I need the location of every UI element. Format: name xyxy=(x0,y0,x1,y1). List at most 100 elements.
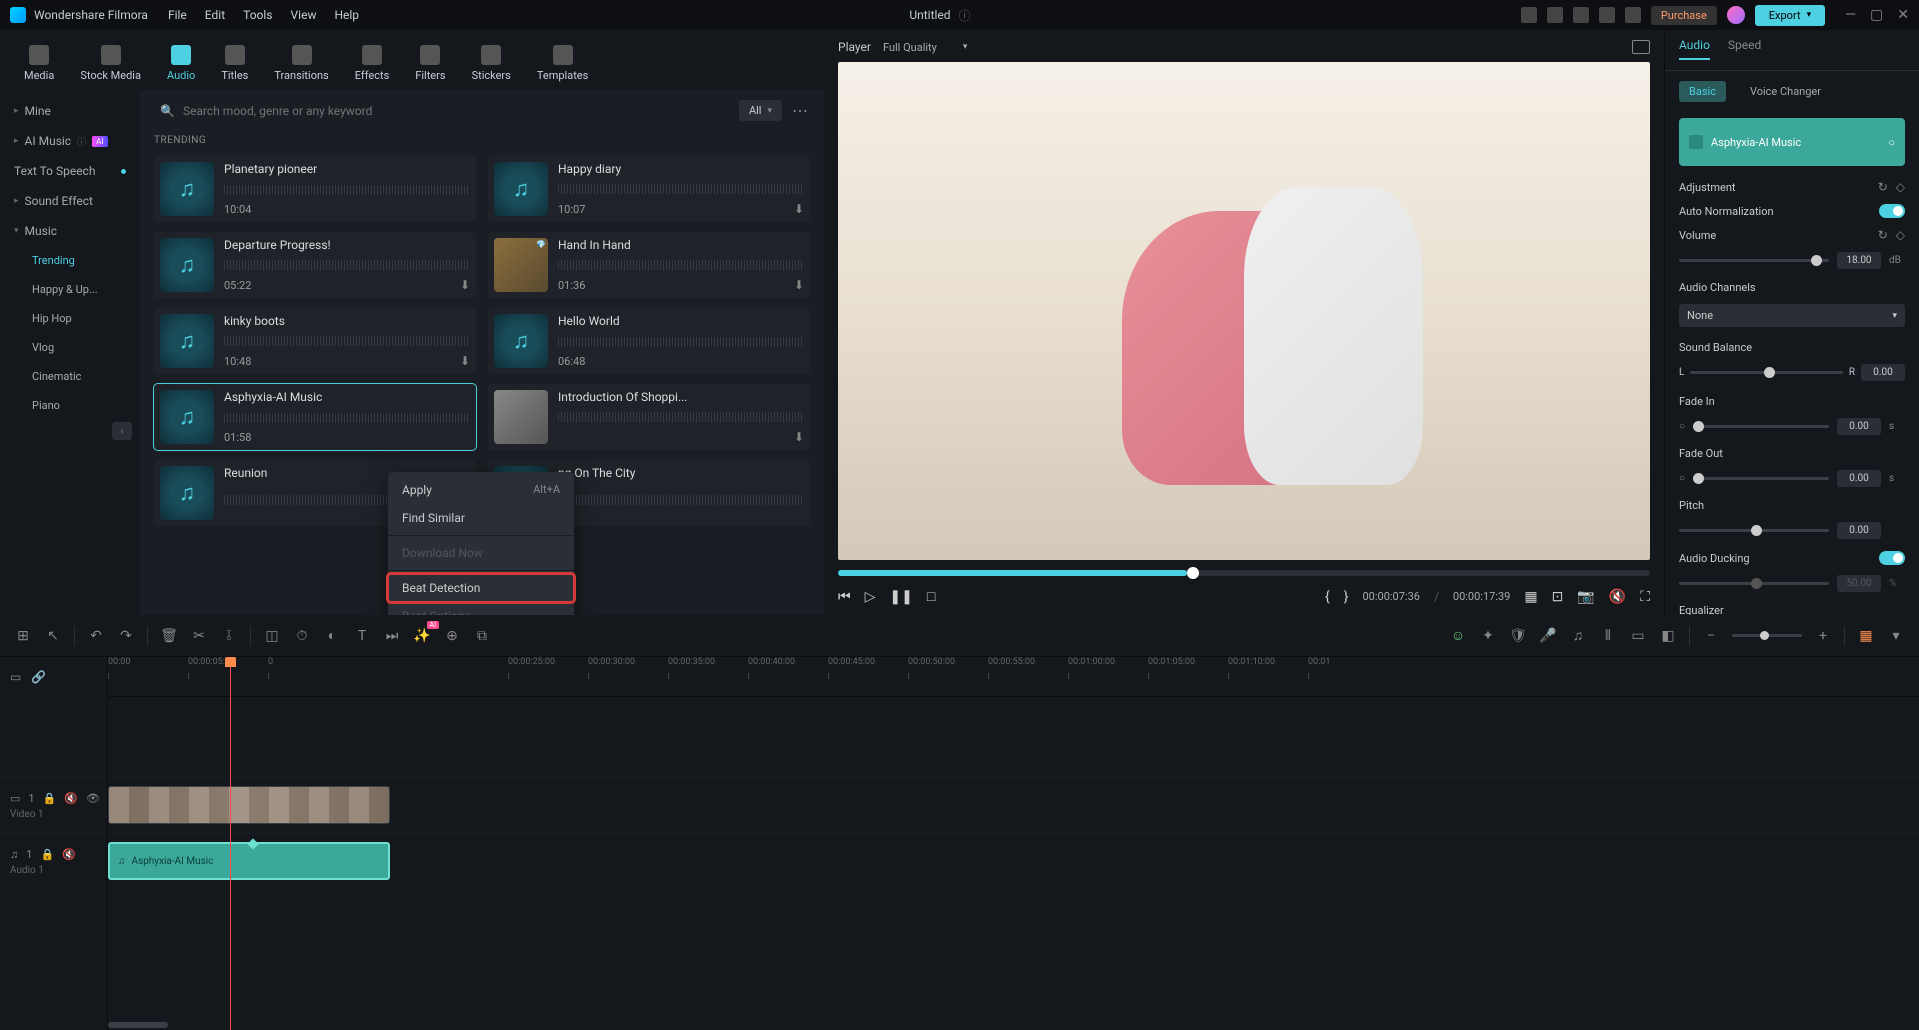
menu-view[interactable]: View xyxy=(291,8,317,22)
options-icon[interactable]: ⫱ xyxy=(220,627,238,645)
video-clip[interactable] xyxy=(108,786,390,824)
reset-adjustment-icon[interactable]: ↻ xyxy=(1878,180,1888,194)
render-icon[interactable]: ▭ xyxy=(1629,627,1647,645)
auto-norm-toggle[interactable] xyxy=(1879,204,1905,218)
track-thumb[interactable]: ♫ xyxy=(160,390,214,444)
marker-icon[interactable]: ◧ xyxy=(1659,627,1677,645)
keyframe-volume-icon[interactable]: ◇ xyxy=(1896,228,1905,242)
playhead[interactable] xyxy=(230,657,231,1030)
maximize-icon[interactable]: ▢ xyxy=(1870,7,1883,23)
fadein-value[interactable]: 0.00 xyxy=(1837,418,1881,435)
skip-icon[interactable]: ⏭ xyxy=(383,627,401,645)
support-icon[interactable] xyxy=(1599,7,1615,23)
grid-view-icon[interactable]: ▦ xyxy=(1857,627,1875,645)
cloud-icon[interactable] xyxy=(1573,7,1589,23)
tab-audio[interactable]: Audio xyxy=(1679,38,1710,60)
mixer-icon[interactable]: ⫴ xyxy=(1599,627,1617,645)
split-icon[interactable]: ✂ xyxy=(190,627,208,645)
track-thumb[interactable]: ♫ xyxy=(160,314,214,368)
timeline-ruler[interactable]: 00:0000:00:05:00000:00:25:0000:00:30:000… xyxy=(108,657,1919,697)
shield-icon[interactable]: 🛡 xyxy=(1509,627,1527,645)
cursor-icon[interactable]: ↖ xyxy=(44,627,62,645)
mute-icon[interactable]: 🔇 xyxy=(1609,589,1626,605)
volume-value[interactable]: 18.00 xyxy=(1837,252,1881,269)
audio-track-icon[interactable]: ♫ xyxy=(10,848,18,861)
redo-icon[interactable]: ↷ xyxy=(117,627,135,645)
track-card[interactable]: ♫Asphyxia-AI Music01:58 xyxy=(154,384,476,450)
sidebar-item-mine[interactable]: ▸Mine xyxy=(0,96,140,126)
track-thumb[interactable]: ♫ xyxy=(160,466,214,520)
arrange-icon[interactable]: ⊞ xyxy=(14,627,32,645)
media-tab-transitions[interactable]: Transitions xyxy=(268,36,334,90)
quality-icon[interactable]: ▦ xyxy=(1524,589,1537,605)
ctx-find-similar[interactable]: Find Similar xyxy=(388,504,574,532)
menu-tools[interactable]: Tools xyxy=(243,8,272,22)
fullscreen-icon[interactable]: ⛶ xyxy=(1640,589,1650,605)
sidebar-child-trending[interactable]: Trending xyxy=(0,246,140,275)
sidebar-item-text-to-speech[interactable]: Text To Speech xyxy=(0,156,140,186)
reset-volume-icon[interactable]: ↻ xyxy=(1878,228,1888,242)
music-icon[interactable]: ♫ xyxy=(1569,627,1587,645)
media-tab-stock-media[interactable]: Stock Media xyxy=(74,36,147,90)
sidebar-child-piano[interactable]: Piano xyxy=(0,391,140,420)
speed-icon[interactable]: ⏱ xyxy=(293,627,311,645)
mark-out-icon[interactable]: } xyxy=(1344,589,1349,605)
purchase-button[interactable]: Purchase xyxy=(1651,6,1717,25)
keyframe-adjustment-icon[interactable]: ◇ xyxy=(1896,180,1905,194)
copy-icon[interactable]: ⧉ xyxy=(473,627,491,645)
audio-mute-icon[interactable]: 🔇 xyxy=(62,848,76,861)
video-mute-icon[interactable]: 🔇 xyxy=(64,792,78,805)
layout-icon[interactable] xyxy=(1521,7,1537,23)
track-thumb[interactable]: ♫ xyxy=(494,162,548,216)
track-thumb[interactable]: ♫ xyxy=(160,162,214,216)
color-icon[interactable]: ◐ xyxy=(323,627,341,645)
track-card[interactable]: ♫kinky boots10:48⬇ xyxy=(154,308,476,374)
apps-icon[interactable] xyxy=(1625,7,1641,23)
pause-button[interactable]: ❚❚ xyxy=(889,589,912,605)
mark-in-icon[interactable]: { xyxy=(1325,589,1330,605)
sidebar-child-hip-hop[interactable]: Hip Hop xyxy=(0,304,140,333)
download-icon[interactable]: ⬇ xyxy=(794,278,804,292)
track-card[interactable]: ♫Departure Progress!05:22⬇ xyxy=(154,232,476,298)
pitch-value[interactable]: 0.00 xyxy=(1837,522,1881,539)
player-scrubber[interactable] xyxy=(838,570,1650,576)
track-card[interactable]: ♫Happy diary10:07⬇ xyxy=(488,156,810,222)
audio-lane[interactable]: ♫Asphyxia-AI Music xyxy=(108,833,1919,889)
ctx-beat-detection[interactable]: Beat Detection xyxy=(388,574,574,602)
subtab-basic[interactable]: Basic xyxy=(1679,81,1726,102)
delete-icon[interactable]: 🗑 xyxy=(160,627,178,645)
balance-slider[interactable] xyxy=(1690,371,1842,374)
sidebar-child-happy-up-[interactable]: Happy & Up... xyxy=(0,275,140,304)
volume-slider[interactable] xyxy=(1679,259,1829,262)
camera-icon[interactable]: 📷 xyxy=(1577,589,1594,605)
effects-icon[interactable]: ✦ xyxy=(1479,627,1497,645)
avatar[interactable] xyxy=(1727,6,1745,24)
download-icon[interactable]: ⬇ xyxy=(794,202,804,216)
track-card[interactable]: 💎Hand In Hand01:36⬇ xyxy=(488,232,810,298)
media-tab-titles[interactable]: Titles xyxy=(215,36,254,90)
audio-clip[interactable]: ♫Asphyxia-AI Music xyxy=(108,842,390,880)
menu-edit[interactable]: Edit xyxy=(205,8,225,22)
ducking-slider[interactable] xyxy=(1679,582,1829,585)
ducking-toggle[interactable] xyxy=(1879,551,1905,565)
track-thumb[interactable]: 💎 xyxy=(494,238,548,292)
sidebar-back-button[interactable]: ‹ xyxy=(112,422,132,440)
pitch-slider[interactable] xyxy=(1679,529,1829,532)
undo-icon[interactable]: ↶ xyxy=(87,627,105,645)
media-tab-filters[interactable]: Filters xyxy=(409,36,451,90)
track-lock-icon[interactable]: ▭ xyxy=(10,670,21,684)
close-icon[interactable]: ✕ xyxy=(1897,7,1909,23)
video-track-icon[interactable]: ▭ xyxy=(10,792,20,805)
add-track-icon[interactable]: ⊕ xyxy=(443,627,461,645)
menu-help[interactable]: Help xyxy=(334,8,359,22)
save-icon[interactable] xyxy=(1547,7,1563,23)
track-card[interactable]: ♫Planetary pioneer10:04 xyxy=(154,156,476,222)
stop-button[interactable]: □ xyxy=(927,588,935,605)
track-card[interactable]: ♫Hello World06:48 xyxy=(488,308,810,374)
media-tab-audio[interactable]: Audio xyxy=(161,36,201,90)
video-lane[interactable] xyxy=(108,777,1919,833)
ai-tool-icon[interactable]: ✨ xyxy=(413,627,431,645)
fadeout-value[interactable]: 0.00 xyxy=(1837,470,1881,487)
download-icon[interactable]: ⬇ xyxy=(460,354,470,368)
info-icon[interactable]: ⓘ xyxy=(959,7,971,24)
